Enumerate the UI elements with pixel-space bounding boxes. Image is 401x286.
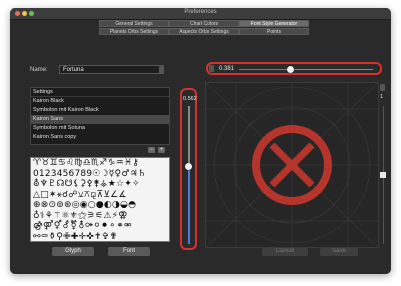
glyph-row[interactable]: ⛢♆♇☊☋⚸⚳⚴⚵⚶★☆✦✧ (31, 179, 169, 190)
horizontal-slider-track[interactable] (239, 65, 373, 73)
tab-aspects-orbs-settings[interactable]: Aspects Orbs Settings (169, 28, 239, 35)
vertical-slider-knob[interactable] (185, 162, 192, 170)
glyph-button[interactable]: Glyph (52, 247, 94, 256)
font-style-generator-panel: Name: Fortuna Settings Kairon Black Symb… (30, 42, 386, 258)
remove-setting-button[interactable]: − (148, 147, 155, 153)
glyph-grid[interactable]: ♈♉♊♋♌♍♎♏♐♑♒♓⚷ 0123456789☉☽☿♀♂♃♄ ⛢♆♇☊☋⚸⚳⚴… (30, 157, 170, 242)
window-title: Preferences (184, 9, 217, 15)
glyph-row[interactable]: ⊕⊗⊙⊚⊛◎◉○●◐◑◒◓ (31, 200, 169, 211)
tab-chart-colors[interactable]: Chart Colors (169, 20, 239, 27)
horizontal-slider-stepper-icon[interactable] (209, 65, 214, 72)
list-item[interactable]: Symbolon mit Soluna (31, 124, 169, 133)
preview-svg (205, 82, 379, 248)
right-slider-stepper-icon[interactable] (380, 84, 385, 91)
name-field[interactable]: Fortuna (59, 65, 164, 74)
glyph-row[interactable]: ⚯⚰⚱⚲✙✚✛✜✝✞✟ (31, 232, 169, 242)
right-slider-knob[interactable] (380, 172, 386, 178)
glyph-row[interactable]: 0123456789☉☽☿♀♂♃♄ (31, 169, 169, 180)
preferences-window: Preferences General Settings Chart Color… (10, 8, 391, 274)
list-item[interactable]: Kairon Sans (31, 115, 169, 124)
horizontal-slider-value: 0.381 (219, 66, 235, 72)
list-item[interactable]: Kairon Sans copy (31, 133, 169, 142)
right-slider-value: 1 (380, 94, 384, 100)
tab-font-style-generator[interactable]: Font Style Generator (239, 20, 309, 27)
glyph-row[interactable]: ⚣⚤⚥⚦⚧⚨⚩⚪⚫⚬⚭⚮ (31, 221, 169, 232)
font-button[interactable]: Font (108, 247, 150, 256)
title-bar: Preferences (10, 8, 391, 20)
glyph-row[interactable]: △□✶⚹☌☍⚺⚻⚼⊼⊻∠∡ (31, 190, 169, 201)
list-item[interactable]: Kairon Black (31, 97, 169, 106)
tab-general-settings[interactable]: General Settings (99, 20, 169, 27)
vertical-slider-fill (188, 166, 190, 244)
horizontal-slider[interactable]: 0.381 (206, 62, 382, 75)
tab-planets-orbs-settings[interactable]: Planets Orbs Settings (99, 28, 169, 35)
glyph-row[interactable]: ♈♉♊♋♌♍♎♏♐♑♒♓⚷ (31, 158, 169, 169)
name-dropdown-icon[interactable] (159, 65, 164, 74)
name-label: Name: (30, 67, 48, 73)
right-vertical-slider[interactable]: 1 (380, 84, 388, 246)
vertical-slider-track[interactable] (185, 106, 192, 244)
tab-points[interactable]: Points (239, 28, 309, 35)
add-setting-button[interactable]: + (158, 147, 165, 153)
vertical-slider-value: 0.562 (183, 96, 197, 102)
vertical-slider[interactable]: 0.562 (180, 88, 197, 250)
settings-list: Settings Kairon Black Symbolon mit Kairo… (30, 87, 170, 145)
settings-list-header: Settings (31, 88, 169, 97)
horizontal-slider-fill (239, 68, 291, 70)
glyph-row[interactable]: ♁⚕⚘⚚⚛⚜⚝⚞⚟⚠⚡⚢ (31, 211, 169, 222)
horizontal-slider-knob[interactable] (286, 65, 294, 73)
list-item[interactable]: Symbolon mit Kairon Black (31, 106, 169, 115)
glyph-preview-canvas[interactable] (205, 82, 379, 248)
